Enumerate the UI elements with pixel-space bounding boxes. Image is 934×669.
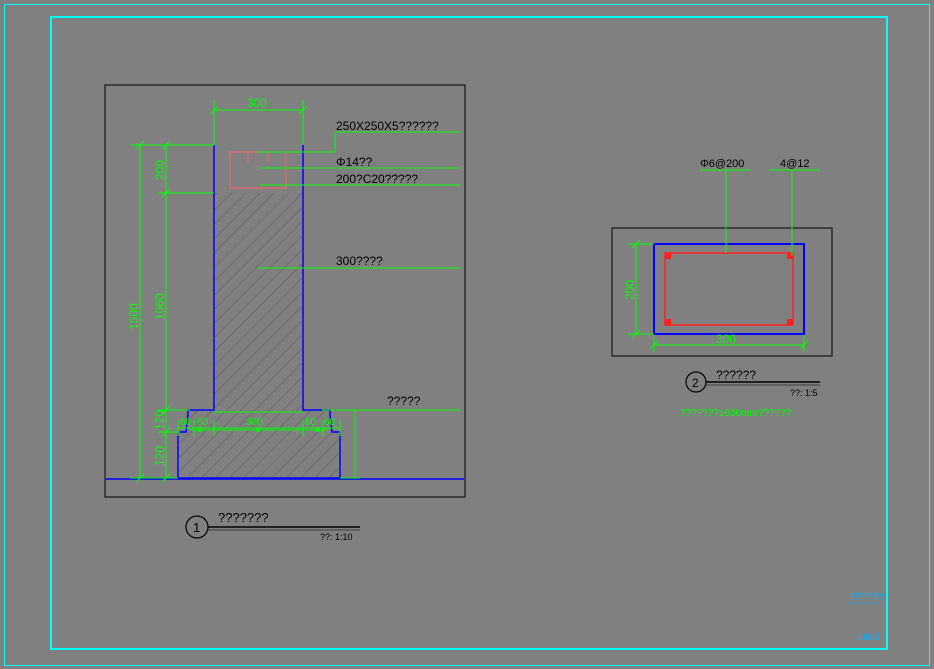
detail2-title-block: 2 ?????? ??: 1:5 bbox=[686, 368, 820, 398]
dim-b300: 300 bbox=[246, 417, 263, 428]
embed-box bbox=[230, 152, 286, 188]
drawing-canvas: 300 1500 1060 200 120 120 60 60 300 60 6… bbox=[0, 0, 934, 669]
detail2-title: ?????? bbox=[716, 368, 756, 382]
detail1-number: 1 bbox=[193, 520, 200, 535]
dim-w: 300 bbox=[716, 332, 736, 346]
dim-b60d: 60 bbox=[324, 417, 336, 428]
dim-top-300-text: 300 bbox=[247, 96, 267, 110]
bar-label: 4@12 bbox=[780, 158, 810, 170]
callout4: 300???? bbox=[336, 254, 383, 268]
corner-bars bbox=[665, 253, 793, 325]
dim-1060: 1060 bbox=[153, 293, 167, 320]
dim-200: 200 bbox=[153, 160, 167, 180]
dim-b60c: 60 bbox=[305, 417, 317, 428]
detail2-number: 2 bbox=[692, 376, 699, 390]
callout3: 200?C20????? bbox=[336, 172, 418, 186]
stirrup-label: Φ6@200 bbox=[700, 158, 744, 170]
dim-b60b: 60 bbox=[197, 417, 209, 428]
dim-b60a: 60 bbox=[180, 417, 192, 428]
callout5: ????? bbox=[387, 394, 421, 408]
section-outline bbox=[654, 244, 804, 334]
detail1-title-block: 1 ??????? ??: 1:10 bbox=[186, 510, 360, 542]
detail2-scale: ??: 1:5 bbox=[790, 388, 818, 398]
detail1-scale: ??: 1:10 bbox=[320, 532, 353, 542]
sheet-no: LIN-3 bbox=[858, 632, 880, 642]
detail2-note: ???????≥600mm?????? bbox=[680, 408, 792, 419]
stirrup bbox=[665, 253, 793, 325]
designer: ?????? bbox=[850, 592, 884, 603]
callout1: 250X250X5?????? bbox=[336, 119, 439, 133]
dim-120a: 120 bbox=[153, 410, 167, 430]
dim-1500: 1500 bbox=[127, 303, 141, 330]
dim-h: 200 bbox=[623, 280, 637, 300]
detail1-title: ??????? bbox=[218, 510, 269, 525]
callout2: Φ14?? bbox=[336, 155, 373, 169]
dim-120b: 120 bbox=[153, 446, 167, 466]
concrete-hatch bbox=[178, 193, 340, 478]
